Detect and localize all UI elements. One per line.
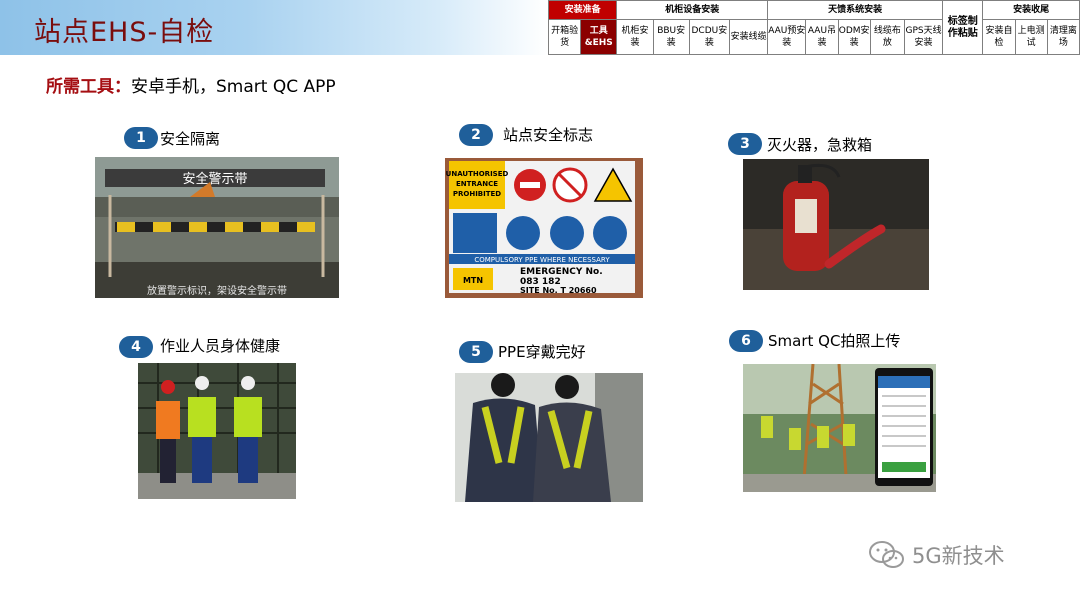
nav-step-odm-install[interactable]: ODM安装	[837, 19, 871, 55]
item-4-caption: 作业人员身体健康	[160, 337, 281, 355]
nav-step-self-check[interactable]: 安装自检	[982, 19, 1016, 55]
nav-step-cable-install[interactable]: 安装线缆	[728, 19, 769, 55]
nav-step-aau-hoisting[interactable]: AAU吊装	[805, 19, 839, 55]
nav-step-bbu-install[interactable]: BBU安装	[652, 19, 690, 55]
item-5-caption: PPE穿戴完好	[498, 343, 586, 361]
item-1-number-badge: 1	[124, 127, 158, 149]
photo-fire-extinguisher	[743, 159, 929, 290]
item-6-caption: Smart QC拍照上传	[768, 332, 901, 350]
item-2-number-badge: 2	[459, 124, 493, 146]
watermark-text: 5G新技术	[912, 544, 1005, 568]
item-3-number-badge: 3	[728, 133, 762, 155]
photo-2-site-no: SITE No. T 20660	[520, 286, 597, 295]
item-2-caption: 站点安全标志	[503, 126, 594, 144]
photo-1-tape-text: 安全警示带	[182, 171, 247, 187]
photo-worker-health	[138, 363, 296, 499]
item-1-caption: 安全隔离	[160, 130, 221, 148]
nav-step-aau-preinstall[interactable]: AAU预安装	[767, 19, 807, 55]
tools-label: 所需工具：	[46, 77, 131, 97]
photo-2-emergency: EMERGENCY No.	[520, 267, 603, 277]
photo-2-sign-line3: PROHIBITED	[453, 190, 501, 198]
nav-step-power-test[interactable]: 上电测试	[1014, 19, 1048, 55]
nav-group-antenna[interactable]: 天馈系统安装	[767, 0, 944, 20]
nav-step-unboxing[interactable]: 开箱验货	[547, 19, 582, 55]
tools-value: 安卓手机，Smart QC APP	[131, 77, 336, 97]
watermark: 5G新技术	[868, 540, 1005, 570]
nav-group-prep[interactable]: 安装准备	[547, 0, 618, 20]
photo-site-safety-signs: UNAUTHORISED ENTRANCE PROHIBITED COMPULS…	[445, 158, 643, 298]
item-5-number-badge: 5	[459, 341, 493, 363]
nav-group-cabinet[interactable]: 机柜设备安装	[616, 0, 769, 20]
photo-2-mtn-logo: MTN	[463, 276, 483, 285]
nav-step-cable-routing[interactable]: 线缆布放	[869, 19, 905, 55]
photo-safety-isolation: 安全警示带 放置警示标识，架设安全警示带	[95, 157, 339, 298]
wechat-icon	[869, 541, 904, 568]
nav-step-label-making[interactable]: 标签制作粘贴	[942, 0, 984, 55]
nav-step-cleanup[interactable]: 清理离场	[1046, 19, 1080, 55]
slide-title: 站点EHS-自检	[34, 17, 215, 48]
item-3-caption: 灭火器，急救箱	[767, 136, 873, 154]
photo-smart-qc-upload	[743, 364, 936, 492]
nav-group-finish[interactable]: 安装收尾	[982, 0, 1080, 20]
nav-step-gps-install[interactable]: GPS天线安装	[903, 19, 944, 55]
photo-2-sign-line2: ENTRANCE	[456, 180, 498, 188]
item-4-number-badge: 4	[119, 336, 153, 358]
photo-1-caption-text: 放置警示标识，架设安全警示带	[147, 284, 287, 297]
item-6-number-badge: 6	[729, 330, 763, 352]
nav-step-dcdu-install[interactable]: DCDU安装	[688, 19, 730, 55]
progress-nav-table: 安装准备 机柜设备安装 天馈系统安装 标签制作粘贴 安装收尾 开箱验货 工具&E…	[547, 0, 1080, 55]
photo-2-ppe-banner: COMPULSORY PPE WHERE NECESSARY	[474, 256, 610, 264]
nav-step-tools-ehs[interactable]: 工具&EHS	[580, 19, 618, 55]
photo-2-sign-line1: UNAUTHORISED	[446, 170, 509, 178]
photo-ppe-wearing	[455, 373, 643, 502]
required-tools: 所需工具：安卓手机，Smart QC APP	[46, 72, 336, 97]
nav-step-cabinet-install[interactable]: 机柜安装	[616, 19, 654, 55]
